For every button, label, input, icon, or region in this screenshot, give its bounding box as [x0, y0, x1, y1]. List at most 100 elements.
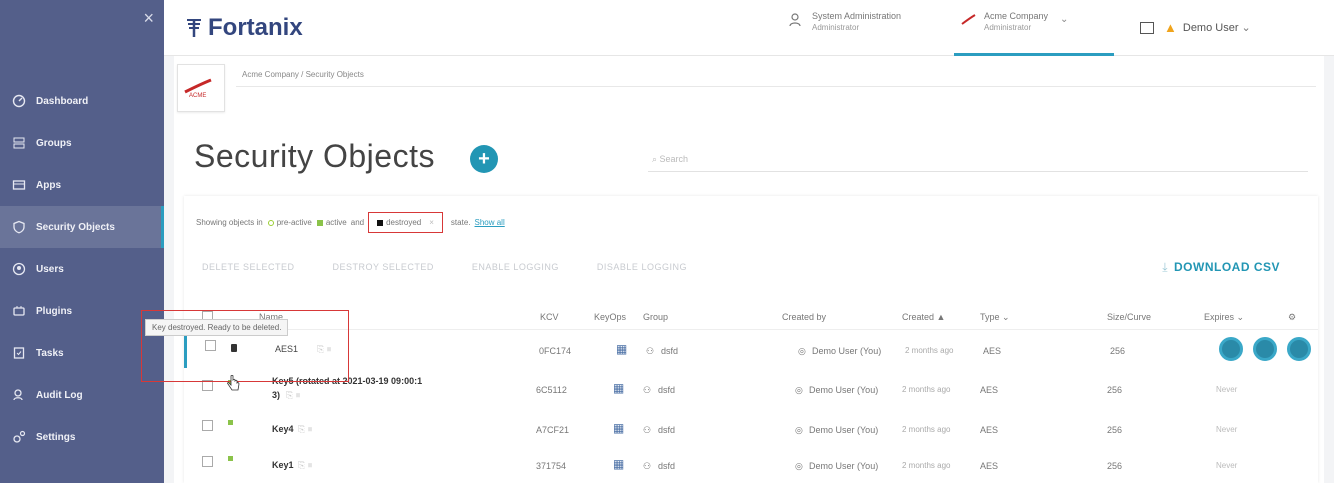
type-value: AES [980, 425, 999, 435]
show-all-link[interactable]: Show all [475, 218, 505, 227]
download-icon: ⤓ [1162, 260, 1168, 274]
breadcrumb[interactable]: Acme Company / Security Objects [242, 70, 364, 79]
info-icon[interactable] [1287, 337, 1311, 361]
delete-selected-button[interactable]: DELETE SELECTED [202, 262, 295, 272]
sidebar-item-security-objects[interactable]: Security Objects [0, 206, 164, 248]
sidebar: × Dashboard Groups Apps Security Objects… [0, 0, 164, 483]
group-value[interactable]: dsfd [658, 425, 675, 435]
row-checkbox[interactable] [202, 456, 213, 467]
sidebar-item-tasks[interactable]: Tasks [0, 332, 164, 374]
created-by-value: Demo User (You) [812, 346, 882, 356]
col-expires[interactable]: Expires ⌄ [1204, 312, 1244, 323]
filter-pre-active[interactable]: pre-active [277, 218, 312, 227]
chevron-down-icon: ⌄ [1241, 22, 1251, 34]
role-text: Acme Company Administrator [984, 10, 1048, 34]
keyops-icon[interactable]: ▦ [613, 457, 624, 471]
tooltip: Key destroyed. Ready to be deleted. [145, 319, 289, 336]
close-icon[interactable]: × [143, 8, 154, 29]
sidebar-item-apps[interactable]: Apps [0, 164, 164, 206]
filter-prefix: Showing objects in [196, 218, 263, 227]
type-value: AES [980, 461, 999, 471]
groups-icon [13, 137, 25, 149]
object-name[interactable]: Key1 [272, 460, 294, 470]
created-value: 2 months ago [902, 385, 951, 394]
created-value: 2 months ago [902, 461, 951, 470]
destroyed-dot [377, 219, 384, 226]
keyops-icon[interactable]: ▦ [613, 381, 624, 395]
role-system-administration[interactable]: System Administration Administrator [788, 10, 901, 34]
sidebar-item-groups[interactable]: Groups [0, 122, 164, 164]
created-by-value: Demo User (You) [809, 425, 879, 435]
col-size-curve: Size/Curve [1107, 312, 1152, 322]
acme-logo: ACME [184, 78, 212, 99]
group-value[interactable]: dsfd [658, 461, 675, 471]
close-icon[interactable]: × [429, 218, 434, 227]
acme-logo-card: ACME [177, 64, 225, 112]
table-row[interactable]: Key1 ⎘ ⏸ 371754 ▦ ⚇ dsfd ◎ Demo User (Yo… [184, 448, 1318, 483]
keyops-icon[interactable]: ▦ [616, 342, 627, 356]
key-icon[interactable] [1219, 337, 1243, 361]
role-acme-company[interactable]: Acme Company Administrator ⌄ [954, 10, 1114, 56]
audit-log-icon [13, 389, 23, 401]
sidebar-item-users[interactable]: Users [0, 248, 164, 290]
delete-icon[interactable] [1253, 337, 1277, 361]
hand-cursor-icon [227, 375, 240, 391]
sidebar-item-label: Dashboard [36, 95, 89, 107]
fortanix-logo[interactable]: Fortanix [184, 14, 303, 42]
copy-icon[interactable]: ⎘ ⏸ [298, 460, 312, 471]
group-value[interactable]: dsfd [658, 385, 675, 395]
copy-icon[interactable]: ⎘ ⏸ [286, 390, 300, 401]
user-icon: ◎ [795, 461, 803, 471]
row-checkbox[interactable] [202, 420, 213, 431]
active-state-icon [228, 456, 233, 461]
filter-state: state. [450, 218, 471, 227]
enable-logging-button[interactable]: ENABLE LOGGING [472, 262, 559, 272]
filter-active[interactable]: active [326, 218, 347, 227]
search-icon: ⌕ [652, 154, 660, 164]
sidebar-item-label: Groups [36, 137, 72, 149]
security-objects-panel: Showing objects in pre-active active and… [184, 196, 1318, 483]
add-security-object-button[interactable]: + [470, 145, 498, 173]
users-icon [12, 262, 26, 276]
expires-value: Never [1216, 385, 1238, 394]
chevron-down-icon[interactable]: ⌄ [1060, 14, 1068, 26]
top-header: Fortanix System Administration Administr… [164, 0, 1334, 56]
col-type[interactable]: Type ⌄ [980, 312, 1010, 323]
table-row[interactable]: AES1 ⎘ ⏸ 0FC174 ▦ ⚇ dsfd ◎ Demo User (Yo… [184, 332, 1318, 368]
user-menu[interactable]: ▲ Demo User ⌄ [1140, 20, 1251, 35]
col-created[interactable]: Created ▲ [902, 312, 945, 322]
sidebar-item-label: Users [36, 263, 64, 275]
copy-icon[interactable]: ⎘ ⏸ [298, 424, 312, 435]
search-input[interactable]: ⌕ Search [648, 150, 1308, 172]
table-row[interactable]: Key5 (rotated at 2021-03-19 09:00:1 3) ⎘… [184, 372, 1318, 408]
object-name-cont: 3) [272, 390, 281, 400]
table-row[interactable]: Key4 ⎘ ⏸ A7CF21 ▦ ⚇ dsfd ◎ Demo User (Yo… [184, 412, 1318, 448]
user-icon: ◎ [795, 385, 803, 395]
size-value: 256 [1110, 346, 1126, 356]
kcv-value: A7CF21 [536, 425, 570, 435]
fortanix-logo-icon [187, 19, 201, 37]
created-value: 2 months ago [902, 425, 951, 434]
sidebar-item-label: Security Objects [36, 221, 115, 233]
filter-and: and [350, 218, 365, 227]
filter-destroyed-chip[interactable]: destroyed × [368, 212, 443, 233]
sidebar-item-dashboard[interactable]: Dashboard [0, 80, 164, 122]
created-by-value: Demo User (You) [809, 461, 879, 471]
sidebar-item-plugins[interactable]: Plugins [0, 290, 164, 332]
col-keyops: KeyOps [594, 312, 627, 322]
sidebar-item-audit-log[interactable]: Audit Log [0, 374, 164, 416]
keyops-icon[interactable]: ▦ [613, 421, 624, 435]
gear-icon[interactable]: ⚙ [1288, 312, 1296, 323]
sidebar-item-settings[interactable]: Settings [0, 416, 164, 458]
user-icon: ◎ [795, 425, 803, 435]
sidebar-item-label: Plugins [36, 305, 73, 317]
object-name[interactable]: Key4 [272, 424, 294, 434]
admin-icon [789, 13, 801, 27]
size-value: 256 [1107, 385, 1123, 395]
group-value[interactable]: dsfd [661, 346, 678, 356]
window-icon[interactable] [1140, 21, 1154, 34]
acme-swoosh-icon [961, 14, 976, 25]
disable-logging-button[interactable]: DISABLE LOGGING [597, 262, 687, 272]
download-csv-button[interactable]: ⤓ DOWNLOAD CSV [1162, 260, 1280, 275]
destroy-selected-button[interactable]: DESTROY SELECTED [333, 262, 434, 272]
